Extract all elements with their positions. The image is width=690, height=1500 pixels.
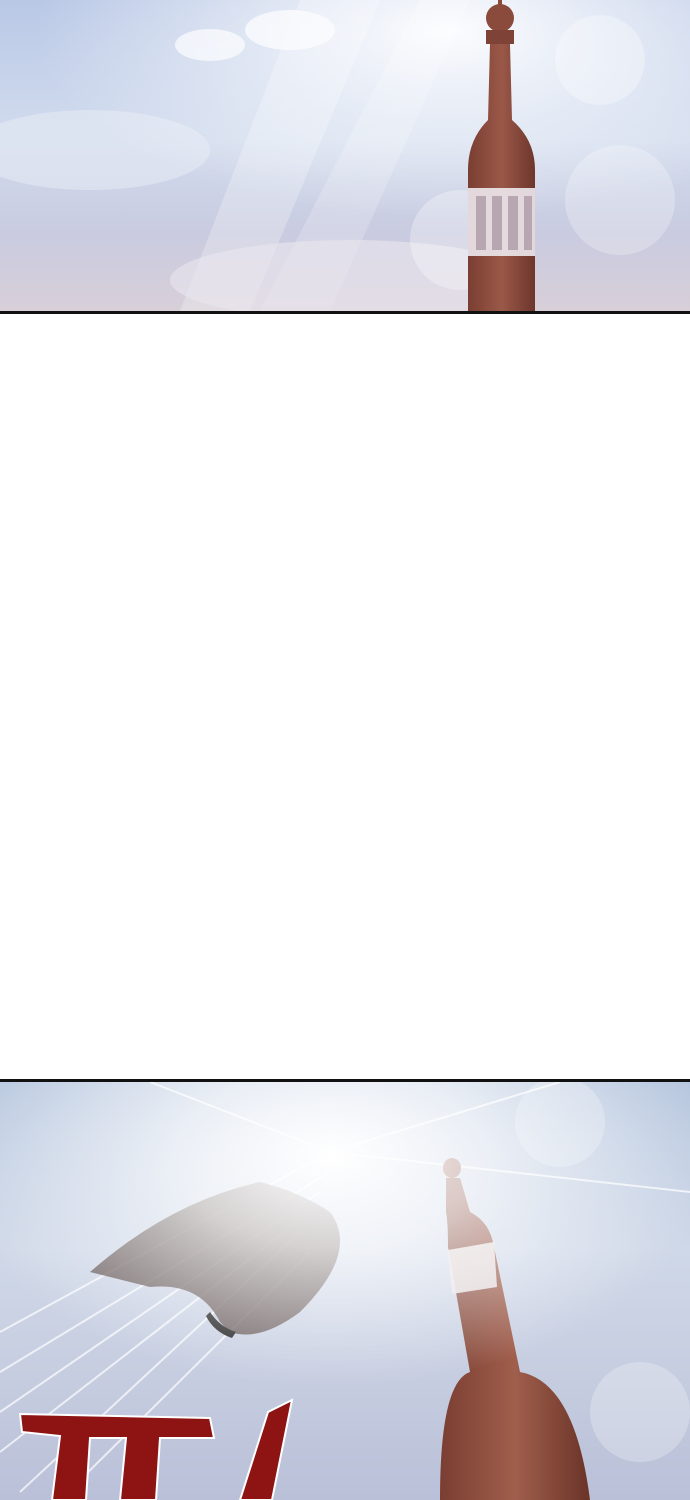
panel-tower-sky (0, 0, 690, 311)
panel-tower-sky-art (0, 0, 690, 311)
panel-gutter (0, 314, 690, 1079)
bokeh (555, 15, 645, 105)
panel-tower-impact-art (0, 1082, 690, 1500)
bokeh (565, 145, 675, 255)
comic-page (0, 0, 690, 1500)
panel-tower-impact (0, 1082, 690, 1500)
